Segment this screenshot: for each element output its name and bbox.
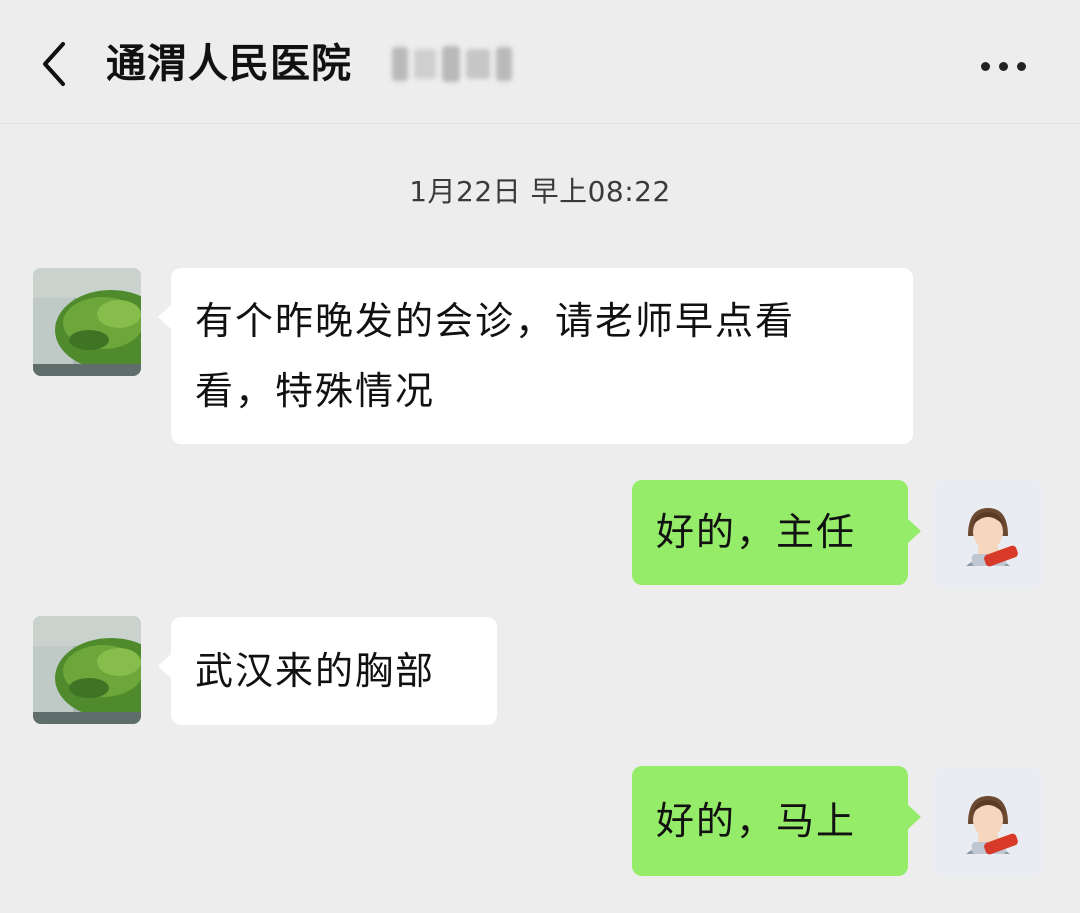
more-horizontal-icon — [980, 61, 990, 71]
message-timestamp: 1月22日 早上08:22 — [409, 175, 671, 208]
incoming-message-bubble[interactable]: 武汉来的胸部 — [158, 617, 497, 725]
chat-title: 通渭人民医院 — [106, 41, 352, 87]
message-text: 武汉来的胸部 — [195, 649, 436, 693]
chat-header: 通渭人民医院 — [0, 0, 1080, 124]
user-avatar[interactable] — [934, 480, 1042, 588]
incoming-message-bubble[interactable]: 有个昨晚发的会诊，请老师早点看 看，特殊情况 — [158, 268, 913, 444]
outgoing-message-bubble[interactable]: 好的，主任 — [632, 480, 921, 585]
message-line: 有个昨晚发的会诊，请老师早点看 — [195, 299, 796, 343]
back-button[interactable] — [26, 32, 82, 96]
chat-screen: 通渭人民医院 1月22日 早上08:22 有个昨晚发的会诊，请老师早点看 看，特… — [0, 0, 1080, 913]
more-options-button[interactable] — [966, 40, 1040, 92]
user-avatar[interactable] — [934, 768, 1042, 876]
message-line: 看，特殊情况 — [195, 369, 436, 413]
contact-avatar[interactable] — [33, 616, 141, 724]
chevron-left-icon — [43, 42, 65, 86]
message-text: 好的，马上 — [656, 799, 857, 843]
more-dot — [1016, 61, 1026, 71]
contact-avatar[interactable] — [33, 268, 141, 376]
redacted-title-suffix — [386, 38, 526, 90]
more-dot — [998, 61, 1008, 71]
message-text: 好的，主任 — [656, 510, 857, 554]
outgoing-message-bubble[interactable]: 好的，马上 — [632, 766, 921, 876]
